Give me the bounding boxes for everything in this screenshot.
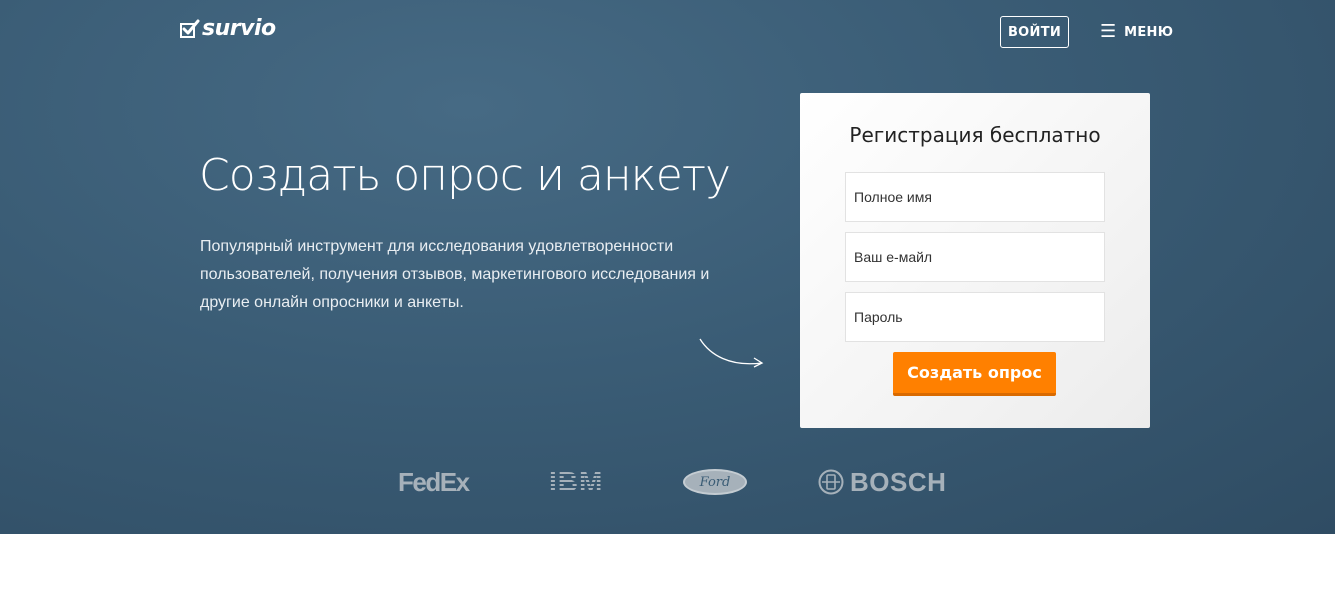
ibm-logo: IBM xyxy=(549,460,603,504)
password-input[interactable] xyxy=(845,292,1105,342)
full-name-input[interactable] xyxy=(845,172,1105,222)
menu-button[interactable]: ☰ МЕНЮ xyxy=(1100,22,1173,42)
signup-title: Регистрация бесплатно xyxy=(849,123,1101,147)
bosch-wordmark: BOSCH xyxy=(850,466,947,497)
signup-card: Регистрация бесплатно Создать опрос xyxy=(800,93,1150,428)
page-headline: Создать опрос и анкету xyxy=(199,150,731,201)
ford-oval: Ford xyxy=(683,469,747,495)
hero-description: Популярный инструмент для исследования у… xyxy=(200,238,710,311)
email-input[interactable] xyxy=(845,232,1105,282)
ford-logo: Ford xyxy=(683,460,747,504)
logo-text: survio xyxy=(202,16,276,41)
hamburger-icon: ☰ xyxy=(1100,21,1117,42)
curved-arrow-icon xyxy=(699,338,764,368)
create-survey-button[interactable]: Создать опрос xyxy=(893,352,1056,396)
hero-section: survio ВОЙТИ ☰ МЕНЮ Создать опрос и анке… xyxy=(0,0,1335,534)
checkbox-icon xyxy=(180,19,200,38)
login-button[interactable]: ВОЙТИ xyxy=(1000,16,1069,48)
bosch-armature-icon xyxy=(818,469,844,495)
bosch-logo: BOSCH xyxy=(818,460,946,504)
menu-label: МЕНЮ xyxy=(1124,24,1174,40)
fedex-logo: FedEx xyxy=(398,466,470,497)
client-logos: FedEx IBM Ford BOSCH xyxy=(0,460,1335,504)
survio-logo[interactable]: survio xyxy=(180,16,276,41)
